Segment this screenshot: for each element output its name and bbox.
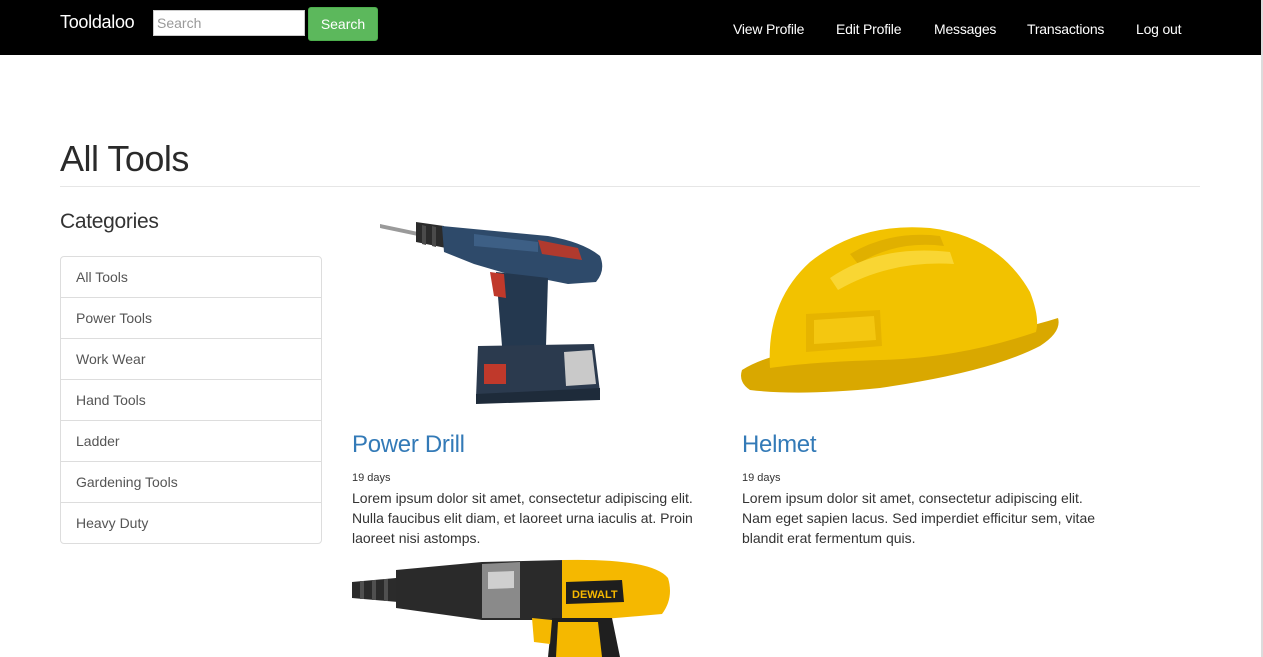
product-description: Lorem ipsum dolor sit amet, consectetur … bbox=[742, 490, 1096, 546]
category-item-hand-tools[interactable]: Hand Tools bbox=[61, 379, 321, 420]
brand-logo[interactable]: Tooldaloo bbox=[60, 12, 135, 33]
categories-heading: Categories bbox=[60, 210, 159, 233]
search-button[interactable]: Search bbox=[308, 7, 378, 41]
hammer-drill-image[interactable]: DEWALT bbox=[352, 558, 674, 657]
page-title: All Tools bbox=[60, 138, 189, 179]
search-input[interactable] bbox=[153, 10, 305, 36]
product-duration: 19 days bbox=[742, 472, 781, 484]
navbar: Tooldaloo Search View Profile Edit Profi… bbox=[0, 0, 1261, 55]
category-item-gardening-tools[interactable]: Gardening Tools bbox=[61, 461, 321, 502]
dewalt-logo-text: DEWALT bbox=[572, 589, 618, 601]
nav-view-profile[interactable]: View Profile bbox=[733, 21, 804, 37]
nav-edit-profile[interactable]: Edit Profile bbox=[836, 21, 901, 37]
nav-messages[interactable]: Messages bbox=[934, 21, 996, 37]
nav-transactions[interactable]: Transactions bbox=[1027, 21, 1104, 37]
helmet-image[interactable] bbox=[740, 222, 1064, 398]
category-item-power-tools[interactable]: Power Tools bbox=[61, 297, 321, 338]
power-drill-image[interactable] bbox=[378, 212, 610, 408]
category-item-heavy-duty[interactable]: Heavy Duty bbox=[61, 502, 321, 543]
product-description: Lorem ipsum dolor sit amet, consectetur … bbox=[352, 490, 693, 546]
categories-list: All Tools Power Tools Work Wear Hand Too… bbox=[60, 256, 322, 544]
product-title-power-drill[interactable]: Power Drill bbox=[352, 431, 465, 459]
product-title-helmet[interactable]: Helmet bbox=[742, 431, 817, 459]
category-item-ladder[interactable]: Ladder bbox=[61, 420, 321, 461]
category-item-work-wear[interactable]: Work Wear bbox=[61, 338, 321, 379]
nav-log-out[interactable]: Log out bbox=[1136, 21, 1182, 37]
product-duration: 19 days bbox=[352, 472, 391, 484]
category-item-all-tools[interactable]: All Tools bbox=[61, 257, 321, 297]
title-divider bbox=[60, 186, 1200, 187]
